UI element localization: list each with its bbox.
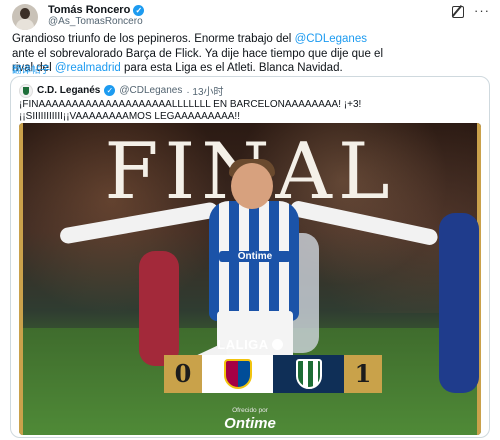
sponsor-brand: Ontime: [224, 415, 276, 432]
player-head: [231, 163, 273, 209]
mention-cdleganes[interactable]: @CDLeganes: [295, 33, 367, 45]
barcelona-crest-icon: [223, 359, 252, 389]
grok-icon[interactable]: [452, 6, 464, 18]
opponent-player-right: [439, 213, 479, 393]
jersey-sponsor: Ontime: [219, 251, 291, 262]
home-score: 0: [164, 355, 202, 393]
quoted-text-line1: ¡FINAAAAAAAAAAAAAAAAAAAALLLLLLL EN BARCE…: [19, 99, 362, 110]
player-shorts: [217, 311, 293, 361]
quoted-header: C.D. Leganés ✓ @CDLeganes · 13小时: [19, 83, 224, 98]
tweet-header: Tomás Roncero ✓ @As_TomasRoncero ···: [0, 0, 500, 30]
laliga-logo: LALIGA: [19, 337, 481, 352]
laliga-text: LALIGA: [217, 337, 269, 352]
laliga-emblem-icon: [271, 339, 283, 350]
tweet-text-line3-post: para esta Liga es el Atleti. Blanca Navi…: [120, 62, 343, 74]
tweet-text-line2: ante el sobrevalorado Barça de Flick. Ya…: [12, 47, 383, 60]
quoted-avatar[interactable]: [19, 83, 33, 98]
quoted-author-name[interactable]: C.D. Leganés: [37, 85, 100, 96]
quoted-tweet[interactable]: C.D. Leganés ✓ @CDLeganes · 13小时 ¡FINAAA…: [10, 76, 490, 438]
translate-link[interactable]: 翻译帖子: [12, 62, 50, 76]
verified-badge-icon: ✓: [133, 4, 145, 16]
tweet-text: Grandioso triunfo de los pepineros. Enor…: [12, 32, 488, 76]
quoted-time: · 13小时: [186, 87, 224, 98]
author-name[interactable]: Tomás Roncero ✓: [48, 4, 145, 16]
away-score: 1: [344, 355, 382, 393]
avatar[interactable]: [12, 4, 38, 30]
quoted-media-image[interactable]: FINAL Ontime LALIGA 0 1 Ofrecido por Ont…: [19, 123, 481, 435]
more-icon[interactable]: ···: [474, 4, 490, 18]
offered-by-label: Ofrecido por: [232, 407, 268, 414]
away-crest-box: [273, 355, 344, 393]
quoted-text: ¡FINAAAAAAAAAAAAAAAAAAAALLLLLLL EN BARCE…: [19, 99, 481, 123]
tweet-text-line1: Grandioso triunfo de los pepineros. Enor…: [12, 33, 295, 45]
quoted-text-line2: ¡¡SIIIIIIIIIII¡¡VAAAAAAAAMOS LEGAAAAAAAA…: [19, 111, 240, 122]
mention-realmadrid[interactable]: @realmadrid: [55, 62, 121, 74]
avatar-body: [16, 19, 34, 30]
header-actions: ···: [452, 4, 490, 18]
leganes-crest-icon: [295, 359, 322, 389]
quoted-author-handle[interactable]: @CDLeganes: [119, 85, 182, 96]
home-crest-box: [202, 355, 273, 393]
author-name-text[interactable]: Tomás Roncero: [48, 4, 130, 16]
scoreboard: 0 1: [164, 355, 382, 393]
avatar-head: [20, 8, 30, 19]
author-handle[interactable]: @As_TomasRoncero: [48, 16, 143, 27]
verified-badge-icon: ✓: [104, 85, 116, 96]
